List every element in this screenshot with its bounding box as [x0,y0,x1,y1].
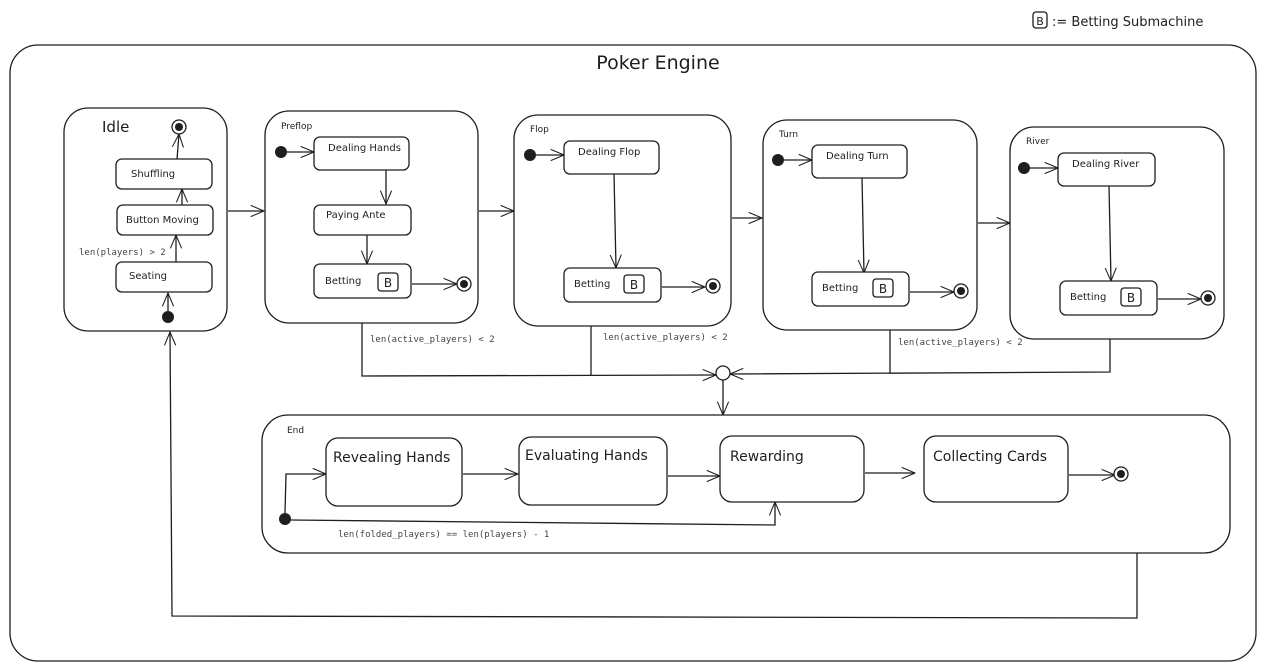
preflop-exit-guard: len(active_players) < 2 [370,335,495,345]
turn-state[interactable]: Turn Dealing Turn Betting B [762,119,978,331]
idle-guard: len(players) > 2 [79,248,166,258]
initial-state-icon [772,154,784,166]
svg-text:Betting: Betting [822,283,858,294]
svg-text:B: B [1127,291,1135,305]
state-rewarding[interactable] [719,435,865,503]
legend: B := Betting Submachine [1032,11,1203,30]
river-state[interactable]: River Dealing River Betting B [1009,126,1225,340]
idle-state[interactable]: Idle Shuffling Button Moving Seating len… [63,107,228,332]
svg-text:Evaluating Hands: Evaluating Hands [525,448,648,464]
svg-text:Betting: Betting [325,276,361,287]
svg-text:Rewarding: Rewarding [730,449,804,465]
legend-text: := Betting Submachine [1052,15,1203,30]
junction-icon [715,365,731,381]
turn-exit-guard: len(active_players) < 2 [898,338,1023,348]
flop-label: Flop [530,125,549,135]
svg-text:Collecting Cards: Collecting Cards [933,449,1047,465]
state-diagram: B := Betting Submachine Poker Engine Idl… [9,11,1257,662]
diagram-title: Poker Engine [596,52,719,74]
svg-text:Shuffling: Shuffling [131,169,175,180]
svg-text:Betting: Betting [1070,292,1106,303]
svg-text:Dealing Flop: Dealing Flop [578,147,640,158]
svg-text:Revealing Hands: Revealing Hands [333,450,450,466]
preflop-label: Preflop [281,122,312,132]
svg-text:B: B [384,276,392,290]
svg-text:Dealing River: Dealing River [1072,159,1140,170]
preflop-state[interactable]: Preflop Dealing Hands Paying Ante Bettin… [264,110,479,324]
initial-state-icon [275,146,287,158]
svg-text:B: B [630,278,638,292]
turn-label: Turn [778,130,798,140]
svg-text:Betting: Betting [574,279,610,290]
svg-text:Paying Ante: Paying Ante [326,210,386,221]
idle-label: Idle [102,118,129,136]
end-state[interactable]: End Revealing Hands Evaluating Hands Rew… [261,414,1231,554]
svg-text:B: B [879,282,887,296]
end-label: End [287,426,304,436]
flop-state[interactable]: Flop Dealing Flop Betting B [513,114,732,327]
river-label: River [1026,137,1050,147]
initial-state-icon [279,513,291,525]
svg-text:Dealing Hands: Dealing Hands [328,143,401,154]
legend-badge-text: B [1036,15,1044,28]
end-guard: len(folded_players) == len(players) - 1 [338,530,549,540]
svg-text:Seating: Seating [129,271,167,282]
flop-exit-guard: len(active_players) < 2 [603,333,728,343]
initial-state-icon [1018,162,1030,174]
state-collecting-cards[interactable] [923,435,1069,503]
initial-state-icon [162,311,174,323]
state-revealing-hands[interactable] [325,437,463,507]
svg-text:Button Moving: Button Moving [126,215,199,226]
initial-state-icon [524,149,536,161]
svg-text:Dealing Turn: Dealing Turn [826,151,889,162]
